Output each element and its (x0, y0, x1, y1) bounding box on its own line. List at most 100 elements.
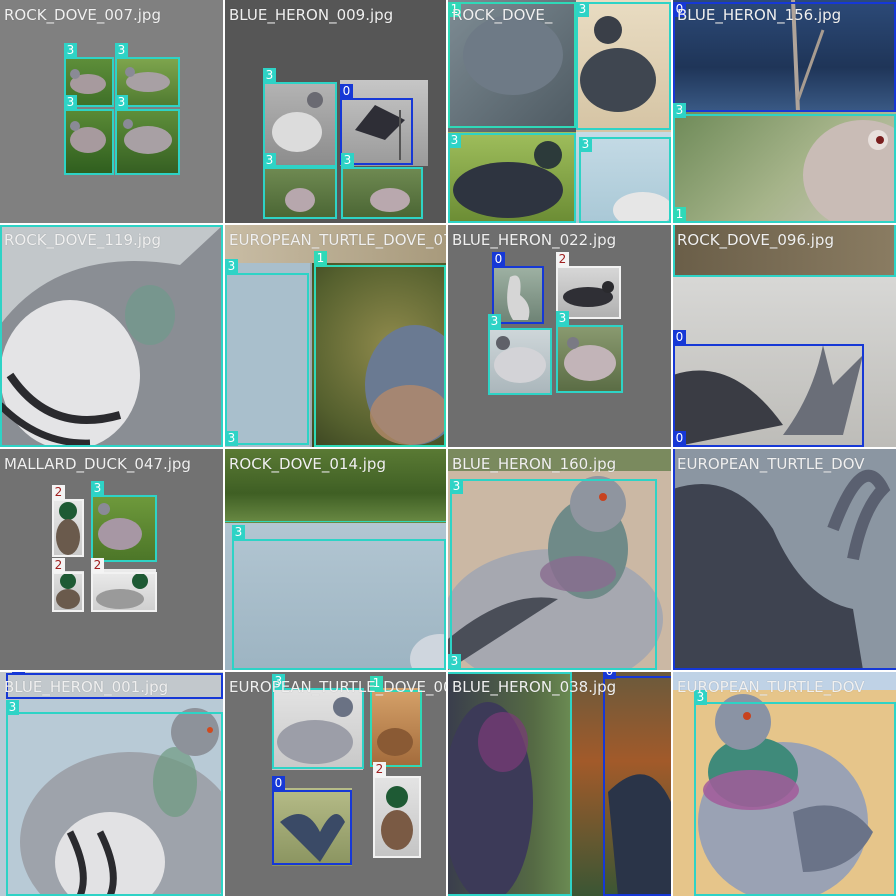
tile-filename: ROCK_DOVE_119.jpg (4, 231, 161, 249)
tile-filename: ROCK_DOVE_007.jpg (4, 6, 161, 24)
class-label: 3 (556, 311, 569, 326)
tile-filename: EUROPEAN_TURTLE_DOV (677, 455, 865, 473)
bounding-box: 3 (448, 133, 576, 223)
bounding-box (225, 521, 446, 523)
bounding-box (673, 449, 896, 670)
class-label: 2 (373, 762, 386, 777)
tile-filename: ROCK_DOVE_096.jpg (677, 231, 834, 249)
class-label: 3 (576, 2, 589, 17)
class-label: 3 (115, 43, 128, 58)
mosaic-tile: EUROPEAN_TURTLE_DOVE_007.jpg 3 1 2 0 (225, 672, 446, 896)
class-label: 2 (52, 485, 65, 500)
class-label: 3 (488, 314, 501, 329)
bounding-box: 0 (673, 431, 686, 447)
class-label: 3 (225, 431, 238, 446)
class-label: 3 (2, 225, 15, 227)
class-label: 3 (263, 153, 276, 168)
class-label: 3 (225, 259, 238, 274)
bounding-box: 3 (263, 153, 337, 219)
tile-filename: BLUE_HERON_038.jpg (452, 678, 617, 696)
bounding-box (448, 672, 572, 896)
mosaic-tile: BLUE_HERON_009.jpg 3 0 3 3 (225, 0, 446, 223)
mosaic-tile: BLUE_HERON_022.jpg 0 2 3 3 (448, 225, 671, 447)
bounding-box: 3 (576, 2, 671, 130)
mosaic-tile: EUROPEAN_TURTLE_DOV (673, 449, 896, 670)
class-label: 2 (556, 252, 569, 267)
class-label: 3 (64, 95, 77, 110)
tile-filename: EUROPEAN_TURTLE_DOVE_074.jpg (229, 231, 446, 249)
bounding-box: 3 (341, 153, 423, 219)
tile-filename: BLUE_HERON_009.jpg (229, 6, 394, 24)
bounding-box: 2 (373, 762, 421, 858)
mosaic-tile: EUROPEAN_TURTLE_DOV 3 (673, 672, 896, 896)
bounding-box: 1 (370, 676, 422, 767)
mosaic-tile: EUROPEAN_TURTLE_DOVE_074.jpg 3 1 3 (225, 225, 446, 447)
class-label: 0 (12, 672, 25, 674)
tile-filename: ROCK_DOVE_ (452, 6, 553, 24)
bounding-box: 2 (91, 558, 157, 612)
class-label: 3 (232, 525, 245, 540)
bounding-box: 3 (488, 314, 552, 395)
class-label: 2 (91, 558, 104, 573)
bounding-box: 3 (694, 690, 896, 896)
bounding-box: 3 (225, 259, 309, 445)
bounding-box: 1 (673, 207, 686, 223)
bounding-box: 3 (579, 137, 671, 223)
bounding-box: 3 (0, 225, 223, 447)
class-label: 3 (579, 137, 592, 152)
class-label: 3 (6, 700, 19, 715)
tile-filename: BLUE_HERON_160.jpg (452, 455, 617, 473)
bounding-box: 3 (673, 103, 896, 223)
bounding-box: 3 (556, 311, 623, 393)
tile-filename: EUROPEAN_TURTLE_DOVE_007.jpg (229, 678, 446, 696)
class-label: 3 (115, 95, 128, 110)
class-label: 3 (64, 43, 77, 58)
bounding-box: 3 (450, 479, 657, 670)
class-label: 3 (450, 479, 463, 494)
bounding-box: 3 (64, 95, 114, 175)
tile-filename: BLUE_HERON_022.jpg (452, 231, 617, 249)
bounding-box: 0 (673, 330, 864, 447)
bounding-box: 3 (272, 674, 364, 769)
bounding-box: 1 (314, 251, 446, 447)
class-label: 3 (448, 133, 461, 148)
class-label: 0 (673, 431, 686, 446)
bounding-box: 3 (448, 654, 461, 670)
bounding-box: 3 (232, 525, 446, 670)
mosaic-tile: MALLARD_DUCK_047.jpg 2 3 2 2 (0, 449, 223, 670)
class-label: 3 (448, 654, 461, 669)
class-label: 0 (340, 84, 353, 99)
mosaic-tile: ROCK_DOVE_014.jpg 3 (225, 449, 446, 670)
bounding-box: 2 (52, 558, 84, 612)
mosaic-tile: ROCK_DOVE_ 1 3 3 3 (448, 0, 671, 223)
bounding-box: 3 (6, 700, 223, 896)
bounding-box: 0 (603, 672, 671, 896)
bounding-box: 3 (115, 95, 180, 175)
bounding-box: 2 (52, 485, 84, 557)
mosaic-tile: BLUE_HERON_001.jpg 0 3 (0, 672, 223, 896)
tile-filename: BLUE_HERON_001.jpg (4, 678, 169, 696)
bounding-box: 3 (91, 481, 157, 562)
mosaic-tile: ROCK_DOVE_119.jpg 3 (0, 225, 223, 447)
class-label: 3 (341, 153, 354, 168)
bounding-box: 3 (225, 431, 238, 447)
class-label: 1 (314, 251, 327, 266)
class-label: 3 (263, 68, 276, 83)
class-label: 0 (492, 252, 505, 267)
class-label: 3 (673, 103, 686, 118)
class-label: 2 (52, 558, 65, 573)
mosaic-tile: BLUE_HERON_156.jpg 0 3 1 (673, 0, 896, 223)
class-label: 1 (673, 207, 686, 222)
class-label: 0 (673, 330, 686, 345)
tile-filename: ROCK_DOVE_014.jpg (229, 455, 386, 473)
tile-filename: EUROPEAN_TURTLE_DOV (677, 678, 865, 696)
mosaic-tile: ROCK_DOVE_096.jpg 0 0 (673, 225, 896, 447)
mosaic-tile: BLUE_HERON_160.jpg 3 3 (448, 449, 671, 670)
bounding-box: 0 (272, 776, 352, 865)
mosaic-tile: BLUE_HERON_038.jpg 0 (448, 672, 671, 896)
mosaic-tile: ROCK_DOVE_007.jpg 3 3 3 3 (0, 0, 223, 223)
tile-filename: MALLARD_DUCK_047.jpg (4, 455, 191, 473)
class-label: 3 (91, 481, 104, 496)
class-label: 0 (272, 776, 285, 791)
tile-filename: BLUE_HERON_156.jpg (677, 6, 842, 24)
